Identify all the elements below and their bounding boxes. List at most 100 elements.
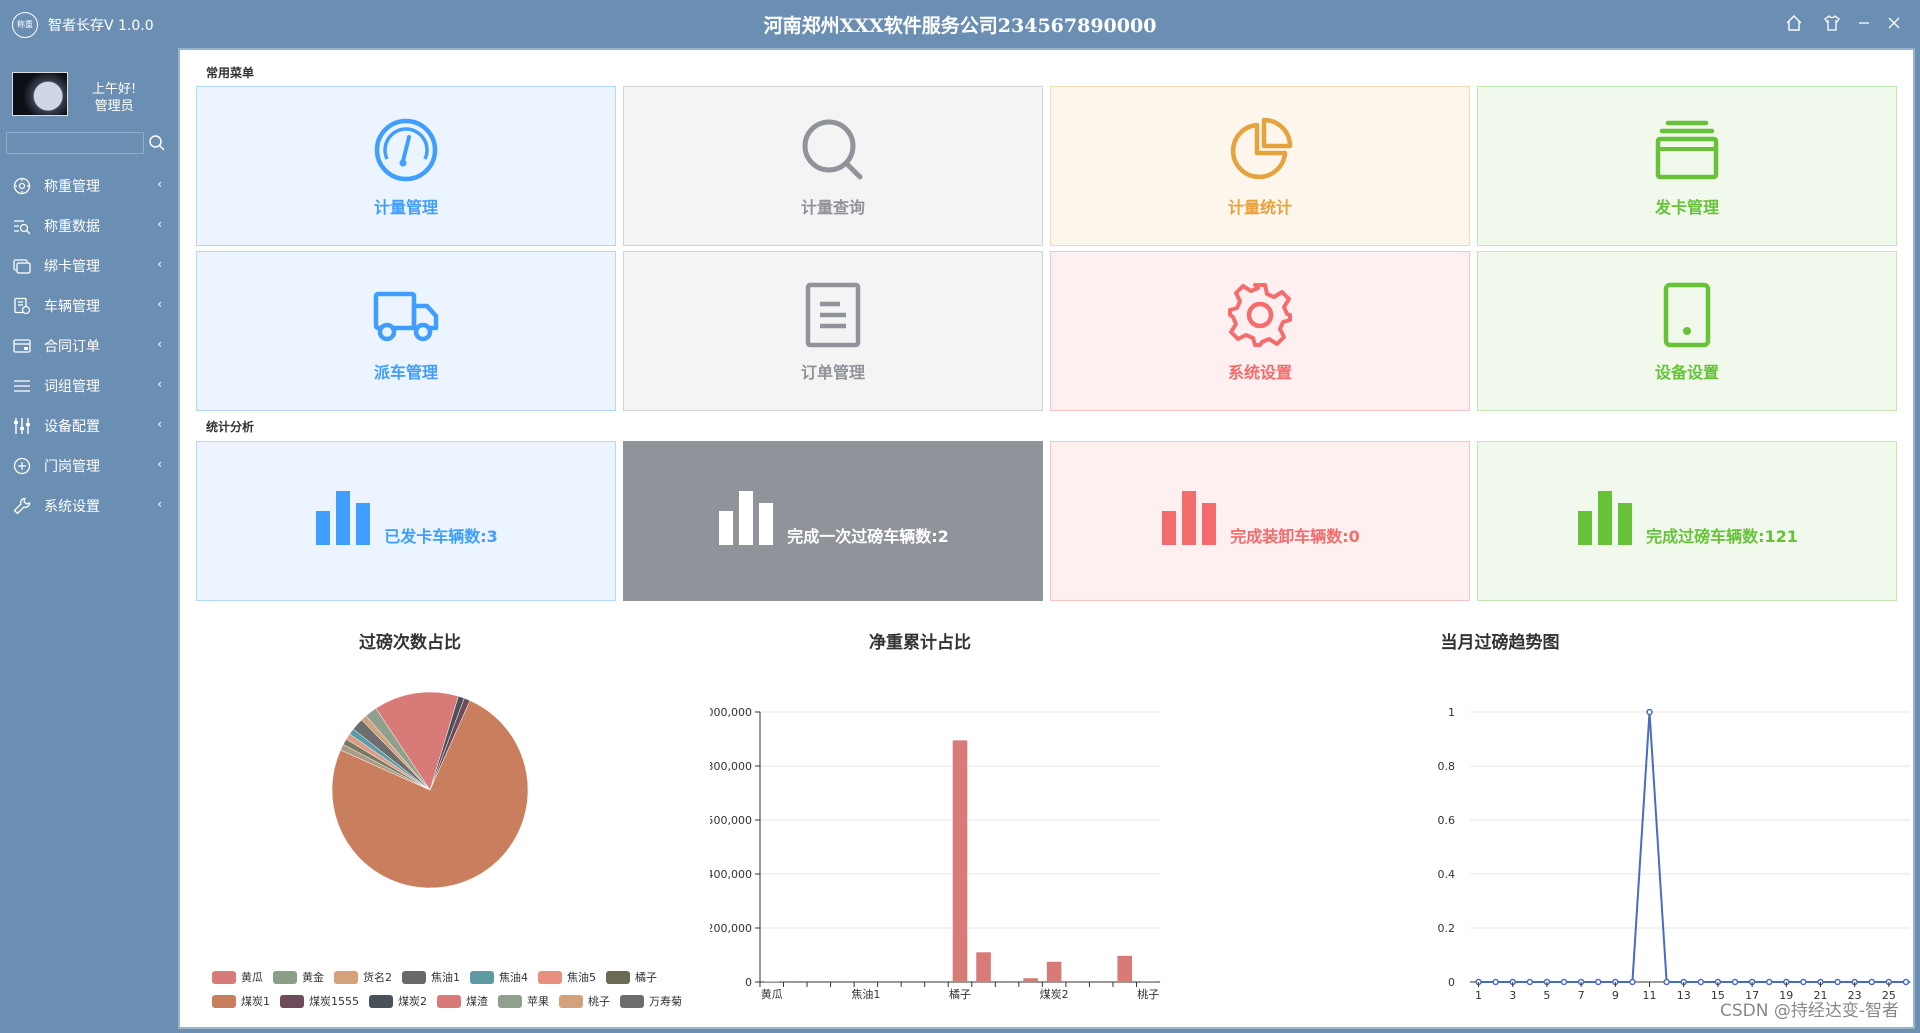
card-icon — [12, 256, 32, 276]
legend-item[interactable]: 煤炭1 — [212, 993, 270, 1009]
stat-loading-unloading[interactable]: 完成装卸车辆数:0 — [1050, 441, 1470, 601]
tile-order-management[interactable]: 订单管理 — [623, 251, 1043, 411]
bar[interactable] — [976, 952, 991, 982]
legend-swatch — [470, 970, 494, 984]
data-point[interactable] — [1629, 978, 1636, 986]
sidebar-item-label: 车辆管理 — [44, 299, 100, 315]
bar[interactable] — [764, 981, 780, 982]
sidebar-item-weighing[interactable]: 称重管理 ‹ — [0, 166, 178, 206]
bar-chart-icon — [1578, 491, 1633, 545]
stat-single-weighing[interactable]: 完成一次过磅车辆数:2 — [623, 441, 1043, 601]
sidebar-item-contract[interactable]: 合同订单 ‹ — [0, 326, 178, 366]
legend-item[interactable]: 苹果 — [498, 993, 549, 1009]
sidebar-item-card-binding[interactable]: 绑卡管理 ‹ — [0, 246, 178, 286]
sidebar-item-phrases[interactable]: 词组管理 ‹ — [0, 366, 178, 406]
data-point[interactable] — [1868, 978, 1876, 986]
sidebar-menu: 称重管理 ‹ 称重数据 ‹ 绑卡管理 ‹ 车辆管理 ‹ 合同订单 ‹ 词组管理 … — [0, 166, 178, 526]
bar[interactable] — [1046, 961, 1062, 982]
tile-metering-statistics[interactable]: 计量统计 — [1050, 86, 1470, 246]
y-tick-label: 0.8 — [1438, 760, 1456, 773]
bar[interactable] — [1023, 978, 1038, 982]
sidebar-item-system-settings[interactable]: 系统设置 ‹ — [0, 486, 178, 526]
legend-item[interactable]: 焦油4 — [470, 969, 528, 985]
bar[interactable] — [1117, 955, 1132, 982]
data-point[interactable] — [1663, 978, 1670, 986]
tile-metering-management[interactable]: 计量管理 — [196, 86, 616, 246]
tile-device-settings[interactable]: 设备设置 — [1477, 251, 1897, 411]
x-tick-label: 焦油1 — [851, 987, 880, 1001]
legend-swatch — [437, 994, 461, 1008]
stat-label: 完成过磅车辆数:121 — [1646, 527, 1798, 546]
tile-label: 发卡管理 — [1654, 198, 1719, 217]
legend-label: 黄瓜 — [241, 971, 263, 984]
chevron-left-icon: ‹ — [157, 217, 162, 231]
data-point[interactable] — [1731, 978, 1739, 986]
section-title-stats: 统计分析 — [206, 420, 255, 434]
minimize-icon[interactable] — [1854, 14, 1874, 34]
bar-chart-icon — [316, 491, 371, 545]
avatar[interactable] — [12, 72, 68, 116]
data-point[interactable] — [1697, 978, 1705, 986]
x-tick-label: 煤炭2 — [1040, 988, 1069, 1001]
chevron-left-icon: ‹ — [157, 337, 162, 351]
legend-item[interactable]: 煤炭2 — [369, 993, 427, 1009]
data-point[interactable] — [1560, 978, 1568, 986]
gear-icon — [1228, 283, 1292, 347]
x-tick-label: 橘子 — [949, 988, 971, 1001]
data-point[interactable] — [1646, 708, 1653, 716]
legend-item[interactable]: 焦油1 — [402, 969, 460, 985]
data-search-icon — [12, 216, 32, 236]
menu-search-input[interactable] — [6, 132, 144, 154]
home-icon[interactable] — [1784, 14, 1804, 34]
legend-item[interactable]: 煤炭1555 — [280, 993, 359, 1009]
legend-item[interactable]: 煤渣 — [437, 993, 488, 1009]
search-icon[interactable] — [148, 134, 166, 152]
data-point[interactable] — [1834, 978, 1841, 986]
x-tick-label: 13 — [1677, 989, 1691, 1002]
data-point[interactable] — [1526, 978, 1534, 986]
tile-metering-query[interactable]: 计量查询 — [623, 86, 1043, 246]
sidebar-item-gate[interactable]: 门岗管理 ‹ — [0, 446, 178, 486]
chevron-left-icon: ‹ — [157, 377, 162, 391]
bar[interactable] — [1140, 981, 1156, 982]
sidebar-item-device-config[interactable]: 设备配置 ‹ — [0, 406, 178, 446]
legend-item[interactable]: 桃子 — [559, 993, 610, 1009]
legend-item[interactable]: 货名2 — [334, 969, 392, 985]
chevron-left-icon: ‹ — [157, 297, 162, 311]
search-icon — [802, 119, 863, 180]
data-point[interactable] — [1594, 978, 1602, 986]
x-tick-label: 黄瓜 — [761, 987, 783, 1001]
legend-item[interactable]: 橘子 — [606, 969, 657, 985]
stat-completed-weighing[interactable]: 完成过磅车辆数:121 — [1477, 441, 1897, 601]
legend-label: 焦油5 — [567, 971, 596, 984]
legend-item[interactable]: 焦油5 — [538, 969, 596, 985]
tile-system-settings[interactable]: 系统设置 — [1050, 251, 1470, 411]
tile-dispatch-management[interactable]: 派车管理 — [196, 251, 616, 411]
x-tick-label: 7 — [1578, 989, 1585, 1002]
data-point[interactable] — [1765, 978, 1773, 986]
data-point[interactable] — [1800, 978, 1807, 986]
sidebar-item-vehicle[interactable]: 车辆管理 ‹ — [0, 286, 178, 326]
tile-card-issuing[interactable]: 发卡管理 — [1477, 86, 1897, 246]
legend-label: 苹果 — [527, 995, 549, 1008]
line-chart: 00.20.40.60.8113579111315171921232527293… — [1438, 706, 1910, 1002]
legend-swatch — [212, 970, 236, 984]
legend-item[interactable]: 万寿菊 — [620, 993, 682, 1009]
pie-legend: 黄瓜 黄金 货名2 焦油1 焦油4 焦油5 橘子煤炭1 煤炭1555 煤炭2 煤渣 苹果 桃子 万寿菊 — [212, 965, 772, 1013]
close-icon[interactable] — [1884, 14, 1904, 34]
legend-item[interactable]: 黄金 — [273, 969, 324, 985]
legend-label: 焦油4 — [499, 971, 528, 984]
sidebar-item-label: 合同订单 — [44, 339, 100, 355]
sidebar-item-label: 称重管理 — [44, 179, 100, 195]
stat-issued-cards[interactable]: 已发卡车辆数:3 — [196, 441, 616, 601]
sidebar-item-weighing-data[interactable]: 称重数据 ‹ — [0, 206, 178, 246]
data-point[interactable] — [1902, 978, 1910, 986]
bar[interactable] — [952, 740, 968, 982]
legend-label: 橘子 — [635, 971, 657, 984]
skin-icon[interactable] — [1822, 14, 1842, 34]
stat-label: 完成装卸车辆数:0 — [1230, 527, 1360, 546]
legend-item[interactable]: 黄瓜 — [212, 969, 263, 985]
tile-label: 订单管理 — [800, 363, 865, 382]
title-bar: 称重 智者长存V 1.0.0 河南郑州XXX软件服务公司234567890000 — [0, 0, 1920, 48]
data-point[interactable] — [1492, 978, 1499, 986]
